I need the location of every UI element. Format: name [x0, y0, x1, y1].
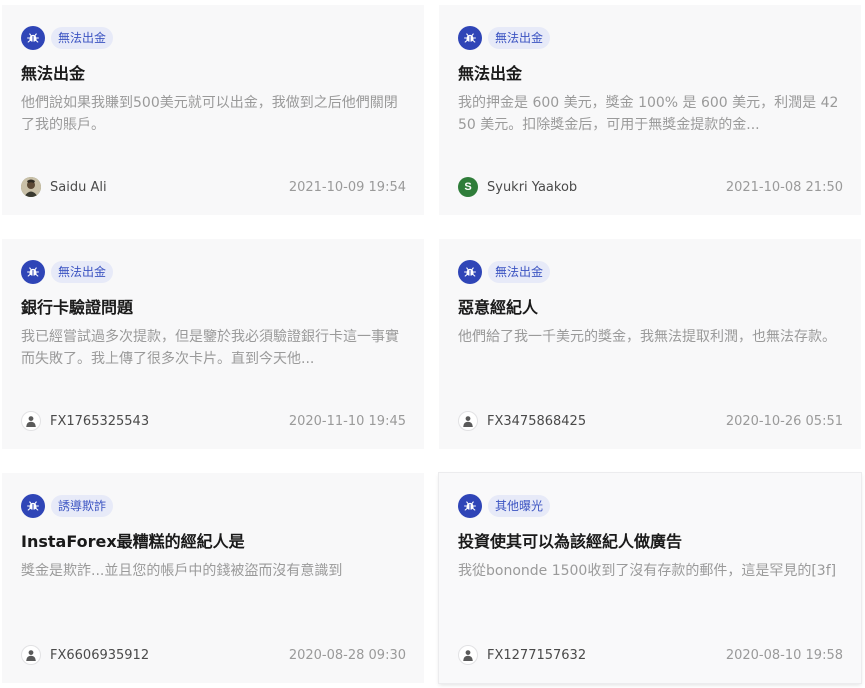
card-footer: FX1765325543 2020-11-10 19:45: [21, 410, 406, 432]
bug-icon: [458, 260, 482, 284]
card-title[interactable]: 投資使其可以為該經紀人做廣告: [458, 531, 843, 553]
category-tag: 無法出金: [458, 259, 843, 285]
author-name[interactable]: Saidu Ali: [50, 180, 107, 195]
card-excerpt: 我的押金是 600 美元，獎金 100% 是 600 美元，利潤是 4250 美…: [458, 95, 839, 133]
card-footer: FX3475868425 2020-10-26 05:51: [458, 410, 843, 432]
category-tag-label[interactable]: 誘導欺詐: [51, 495, 114, 517]
author: FX6606935912: [21, 645, 149, 665]
complaint-card[interactable]: 誘導欺詐 InstaForex最糟糕的經紀人是 獎金是欺詐...並且您的帳戶中的…: [2, 473, 424, 683]
category-tag-label[interactable]: 無法出金: [51, 27, 114, 49]
card-footer: FX6606935912 2020-08-28 09:30: [21, 644, 406, 666]
category-tag: 其他曝光: [458, 493, 843, 519]
category-tag-label[interactable]: 無法出金: [488, 261, 551, 283]
card-excerpt: 獎金是欺詐...並且您的帳戶中的錢被盜而沒有意識到: [21, 563, 343, 579]
complaint-card[interactable]: 無法出金 銀行卡驗證問題 我已經嘗試過多次提款，但是鑒於我必須驗證銀行卡這一事實…: [2, 239, 424, 449]
post-date: 2020-11-10 19:45: [288, 413, 406, 429]
author-name[interactable]: FX1765325543: [50, 414, 149, 429]
author: FX1277157632: [458, 645, 586, 665]
author: S Syukri Yaakob: [458, 177, 577, 197]
post-date: 2021-10-09 19:54: [288, 179, 406, 195]
post-date: 2021-10-08 21:50: [725, 179, 843, 195]
post-date: 2020-08-28 09:30: [288, 647, 406, 663]
category-tag: 無法出金: [21, 25, 406, 51]
complaint-card[interactable]: 無法出金 惡意經紀人 他們給了我一千美元的獎金，我無法提取利潤，也無法存款。 F…: [439, 239, 861, 449]
card-footer: FX1277157632 2020-08-10 19:58: [458, 644, 843, 666]
category-tag-label[interactable]: 其他曝光: [488, 495, 551, 517]
category-tag: 誘導欺詐: [21, 493, 406, 519]
default-user-avatar: [458, 411, 478, 431]
user-photo-avatar: [21, 177, 41, 197]
complaint-card[interactable]: 其他曝光 投資使其可以為該經紀人做廣告 我從bononde 1500收到了沒有存…: [439, 473, 861, 683]
bug-icon: [21, 260, 45, 284]
card-excerpt: 我從bononde 1500收到了沒有存款的郵件，這是罕見的[3f]: [458, 563, 837, 579]
card-footer: S Syukri Yaakob 2021-10-08 21:50: [458, 176, 843, 198]
card-title[interactable]: 銀行卡驗證問題: [21, 297, 406, 319]
card-footer: Saidu Ali 2021-10-09 19:54: [21, 176, 406, 198]
author: FX1765325543: [21, 411, 149, 431]
category-tag: 無法出金: [458, 25, 843, 51]
default-user-avatar: [21, 411, 41, 431]
category-tag: 無法出金: [21, 259, 406, 285]
post-date: 2020-08-10 19:58: [725, 647, 843, 663]
author-name[interactable]: Syukri Yaakob: [487, 180, 577, 195]
card-title[interactable]: InstaForex最糟糕的經紀人是: [21, 531, 406, 553]
default-user-avatar: [21, 645, 41, 665]
category-tag-label[interactable]: 無法出金: [51, 261, 114, 283]
bug-icon: [21, 26, 45, 50]
author-name[interactable]: FX3475868425: [487, 414, 586, 429]
author-name[interactable]: FX6606935912: [50, 648, 149, 663]
complaint-card[interactable]: 無法出金 無法出金 我的押金是 600 美元，獎金 100% 是 600 美元，…: [439, 5, 861, 215]
bug-icon: [21, 494, 45, 518]
complaint-card-grid: 無法出金 無法出金 他們說如果我賺到500美元就可以出金，我做到之后他們關閉了我…: [0, 0, 865, 688]
card-title[interactable]: 惡意經紀人: [458, 297, 843, 319]
bug-icon: [458, 494, 482, 518]
card-excerpt: 我已經嘗試過多次提款，但是鑒於我必須驗證銀行卡這一事實而失敗了。我上傳了很多次卡…: [21, 329, 399, 367]
letter-avatar: S: [458, 177, 478, 197]
card-excerpt: 他們給了我一千美元的獎金，我無法提取利潤，也無法存款。: [458, 329, 836, 345]
author: Saidu Ali: [21, 177, 107, 197]
category-tag-label[interactable]: 無法出金: [488, 27, 551, 49]
author: FX3475868425: [458, 411, 586, 431]
complaint-card[interactable]: 無法出金 無法出金 他們說如果我賺到500美元就可以出金，我做到之后他們關閉了我…: [2, 5, 424, 215]
post-date: 2020-10-26 05:51: [725, 413, 843, 429]
author-name[interactable]: FX1277157632: [487, 648, 586, 663]
card-excerpt: 他們說如果我賺到500美元就可以出金，我做到之后他們關閉了我的賬戶。: [21, 95, 398, 133]
card-title[interactable]: 無法出金: [21, 63, 406, 85]
bug-icon: [458, 26, 482, 50]
default-user-avatar: [458, 645, 478, 665]
card-title[interactable]: 無法出金: [458, 63, 843, 85]
